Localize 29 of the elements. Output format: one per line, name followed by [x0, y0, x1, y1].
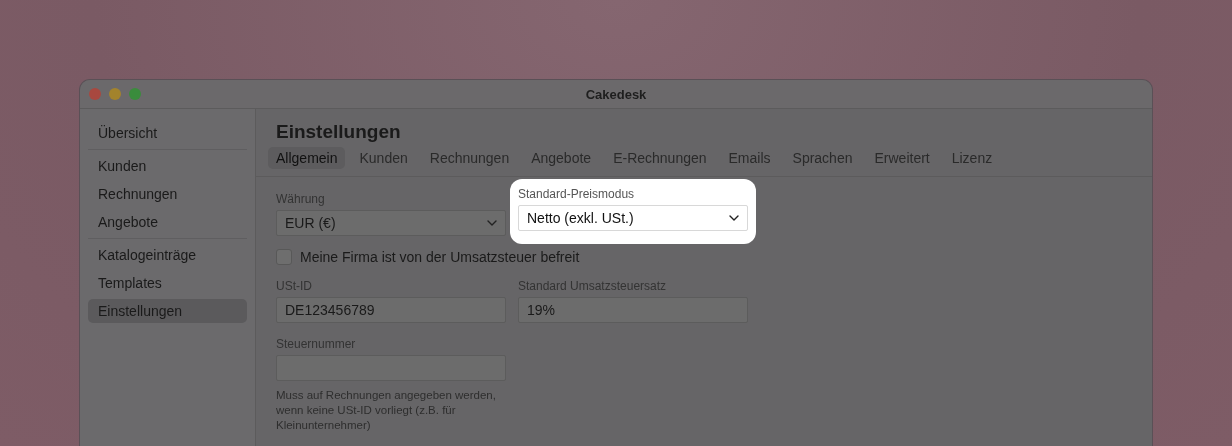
tab[interactable]: E-Rechnungen — [605, 147, 715, 169]
tab[interactable]: Angebote — [523, 147, 600, 169]
sidebar-item[interactable]: Einstellungen — [88, 299, 247, 323]
window-title: Cakedesk — [585, 86, 647, 102]
sidebar-item[interactable]: Rechnungen — [88, 182, 247, 206]
zoom-button[interactable] — [129, 88, 141, 100]
sidebar-item[interactable]: Angebote — [88, 210, 247, 234]
tab[interactable]: Sprachen — [784, 147, 861, 169]
sidebar-item[interactable]: Templates — [88, 271, 247, 295]
sidebar-item[interactable]: Katalogeinträge — [88, 243, 247, 267]
sidebar-item[interactable]: Kunden — [88, 154, 247, 178]
tab[interactable]: Erweitert — [866, 147, 938, 169]
tab[interactable]: Emails — [720, 147, 779, 169]
tab[interactable]: Rechnungen — [421, 147, 518, 169]
select-field[interactable]: EUR (€) — [276, 210, 506, 236]
checkbox-label: Meine Firma ist von der Umsatzsteuer befreit — [300, 249, 580, 265]
close-button[interactable] — [89, 88, 101, 100]
tab[interactable]: Lizenz — [943, 147, 1001, 169]
chevron-down-icon — [487, 220, 497, 226]
field-label: Standard-Preismodus — [518, 187, 636, 201]
sidebar-item[interactable]: Übersicht — [88, 121, 247, 145]
input-field[interactable]: DE123456789 — [276, 297, 506, 323]
chevron-down-icon — [729, 215, 739, 221]
input-field[interactable]: 19% — [518, 297, 748, 323]
page-title: Einstellungen — [276, 121, 402, 143]
tab[interactable]: Kunden — [351, 147, 416, 169]
tab[interactable]: Allgemein — [268, 147, 346, 169]
select-field[interactable]: Netto (exkl. USt.) — [518, 205, 748, 231]
minimize-button[interactable] — [109, 88, 121, 100]
